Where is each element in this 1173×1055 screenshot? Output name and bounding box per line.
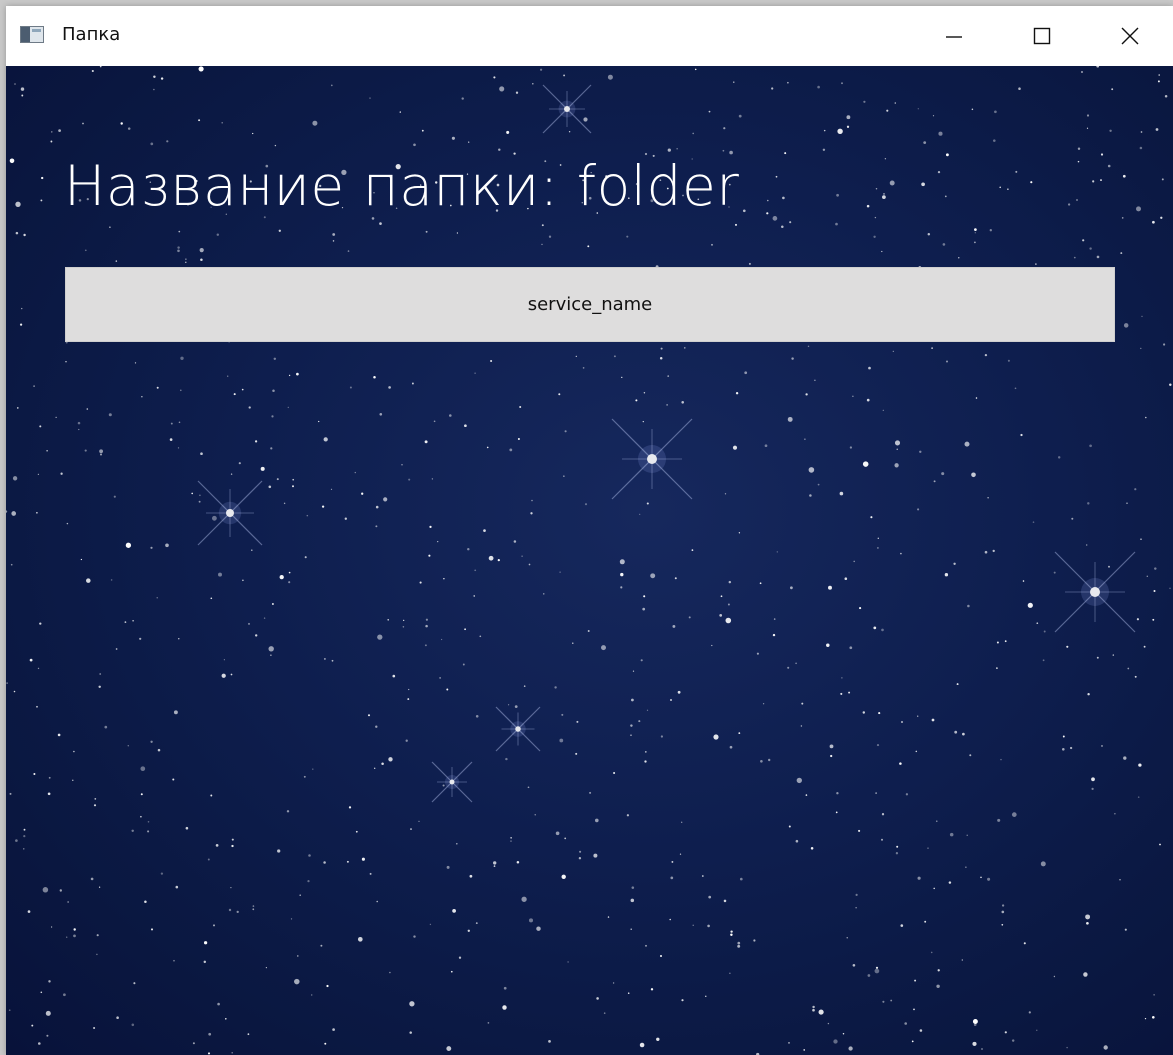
window-content: Название папки: folder service_name xyxy=(6,66,1173,1055)
close-icon xyxy=(1121,27,1139,45)
title-bar[interactable]: Папка xyxy=(6,6,1173,66)
minimize-icon xyxy=(946,36,962,38)
folder-window: Папка Название папки: folder service_nam… xyxy=(6,6,1173,1055)
maximize-icon xyxy=(1033,27,1051,45)
minimize-button[interactable] xyxy=(910,6,998,66)
folder-name-heading: Название папки: folder xyxy=(64,154,740,218)
service-button[interactable]: service_name xyxy=(65,267,1115,342)
window-app-icon xyxy=(20,26,44,43)
maximize-button[interactable] xyxy=(998,6,1086,66)
window-title: Папка xyxy=(62,24,121,45)
close-button[interactable] xyxy=(1086,6,1173,66)
